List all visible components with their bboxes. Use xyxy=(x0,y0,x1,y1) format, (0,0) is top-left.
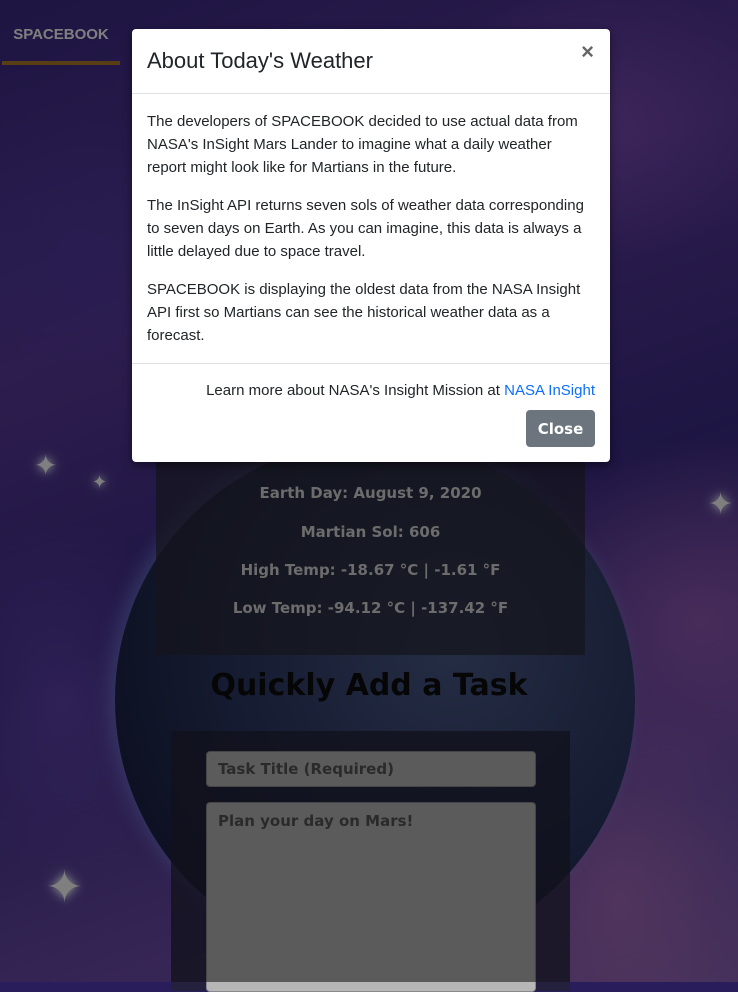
close-icon[interactable]: × xyxy=(581,41,594,63)
modal-paragraph: The developers of SPACEBOOK decided to u… xyxy=(147,113,578,176)
modal-paragraph: SPACEBOOK is displaying the oldest data … xyxy=(147,281,581,344)
modal-footer: Learn more about NASA's Insight Mission … xyxy=(132,363,610,462)
close-button[interactable]: Close xyxy=(526,410,595,447)
learn-more-text: Learn more about NASA's Insight Mission … xyxy=(206,382,595,399)
modal-title: About Today's Weather xyxy=(147,48,373,73)
weather-info-modal: About Today's Weather × The developers o… xyxy=(132,29,610,462)
modal-paragraph: The InSight API returns seven sols of we… xyxy=(147,197,584,260)
learn-more-label: Learn more about NASA's Insight Mission … xyxy=(206,382,505,399)
nasa-insight-link[interactable]: NASA InSight xyxy=(504,382,595,399)
modal-header: About Today's Weather × xyxy=(132,29,610,94)
modal-body: The developers of SPACEBOOK decided to u… xyxy=(147,110,595,362)
